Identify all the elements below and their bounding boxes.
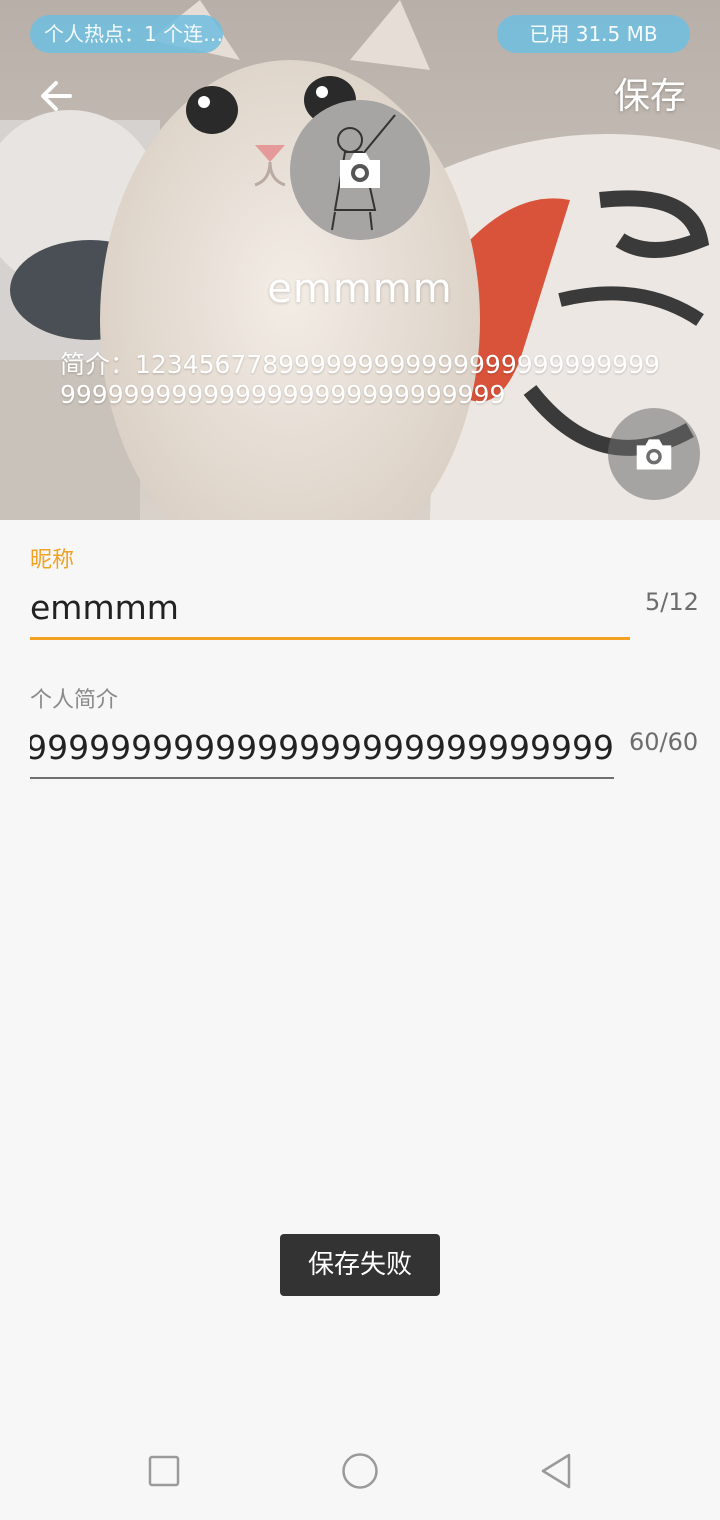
system-nav-bar bbox=[0, 1424, 720, 1520]
nickname-label: 昵称 bbox=[30, 548, 75, 573]
profile-header: 个人热点：1 个连… 已用 31.5 MB 保存 emmmm 简介：123456… bbox=[0, 0, 720, 520]
profile-bio: 简介：1234567789999999999999999999999999999… bbox=[60, 350, 660, 409]
nickname-counter: 5/12 bbox=[645, 588, 699, 616]
hotspot-status-pill: 个人热点：1 个连… bbox=[30, 15, 223, 53]
recents-button[interactable] bbox=[139, 1446, 189, 1496]
home-button[interactable] bbox=[335, 1446, 385, 1496]
bio-counter: 60/60 bbox=[629, 728, 699, 756]
storage-status-pill: 已用 31.5 MB bbox=[497, 15, 690, 53]
back-nav-button[interactable] bbox=[531, 1446, 581, 1496]
square-icon bbox=[148, 1455, 180, 1487]
nickname-underline bbox=[30, 637, 630, 640]
change-background-button[interactable] bbox=[608, 408, 700, 500]
bio-input-text: 1234567789999999999999999999999999999999… bbox=[30, 728, 614, 767]
camera-icon bbox=[340, 153, 380, 188]
save-button[interactable]: 保存 bbox=[614, 72, 686, 122]
bio-label: 个人简介 bbox=[30, 688, 119, 713]
camera-icon bbox=[636, 439, 672, 470]
triangle-back-icon bbox=[541, 1453, 571, 1489]
bio-input[interactable]: 1234567789999999999999999999999999999999… bbox=[30, 728, 614, 778]
toast-message: 保存失败 bbox=[280, 1234, 440, 1296]
back-button[interactable] bbox=[32, 72, 80, 120]
arrow-left-icon bbox=[41, 81, 72, 111]
bio-underline bbox=[30, 777, 614, 779]
circle-icon bbox=[342, 1453, 378, 1489]
nickname-input[interactable]: emmmm bbox=[30, 588, 630, 638]
profile-name: emmmm bbox=[267, 266, 453, 312]
avatar[interactable] bbox=[290, 100, 430, 240]
